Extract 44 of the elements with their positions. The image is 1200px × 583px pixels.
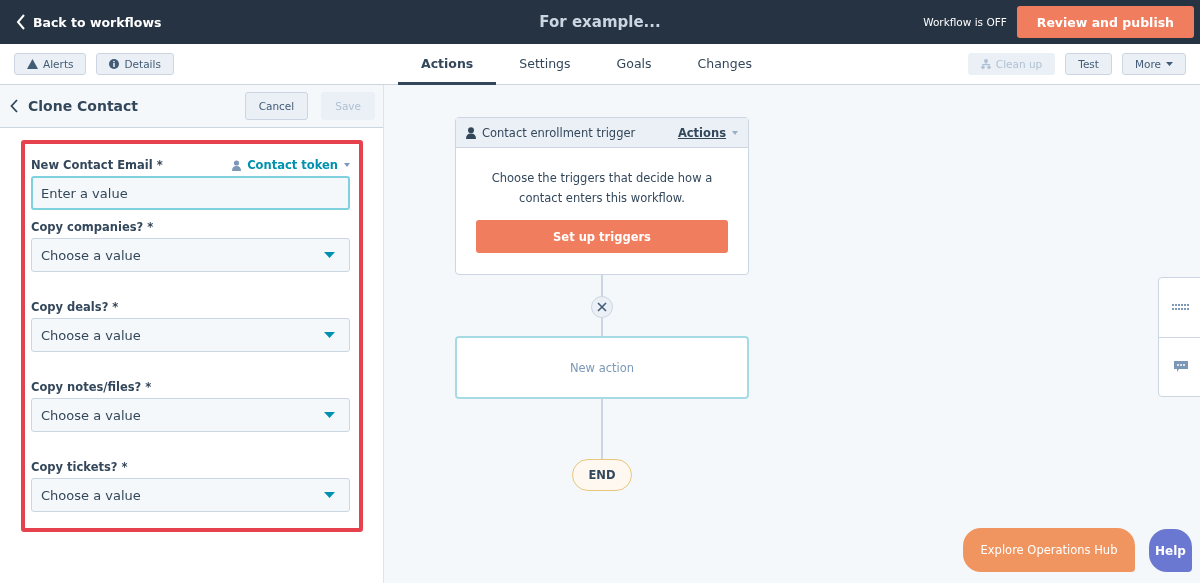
tab[interactable]: Changes — [674, 44, 775, 85]
chevron-left-icon[interactable] — [10, 99, 18, 113]
panel-title: Clone Contact — [28, 98, 140, 114]
warning-icon — [27, 59, 38, 69]
hierarchy-icon — [980, 59, 991, 69]
caret-icon — [344, 163, 350, 167]
trigger-card[interactable]: Contact enrollment trigger Actions Choose the triggers that decide how a contact enters this workflow. Set up triggers — [455, 117, 749, 275]
info-icon — [109, 59, 120, 69]
email-input-field[interactable]: Enter a value — [31, 176, 350, 210]
caret-icon — [324, 332, 335, 338]
workflow-title[interactable]: For example... — [500, 13, 700, 31]
back-link[interactable]: Back to workflows — [16, 14, 162, 30]
more-menu-button[interactable]: More — [1121, 53, 1186, 75]
trigger-title: Contact enrollment trigger — [482, 125, 637, 140]
contact-token-button[interactable]: Contact token — [232, 158, 350, 172]
field-label: Copy companies? * — [31, 220, 154, 234]
field-label: New Contact Email * — [31, 158, 163, 172]
tab[interactable]: Settings — [496, 44, 594, 85]
close-icon[interactable] — [591, 296, 613, 318]
actions-menu-link[interactable]: Actions — [677, 125, 726, 140]
tab[interactable]: Goals — [593, 44, 675, 85]
dropdown-field[interactable]: Choose a value — [31, 478, 350, 512]
dropdown-field[interactable]: Choose a value — [31, 238, 350, 272]
chevron-left-icon — [16, 14, 26, 30]
field-label: Copy tickets? * — [31, 460, 128, 474]
workflow-status: Workflow is OFF — [923, 16, 1007, 28]
caret-icon — [324, 492, 335, 498]
details-button[interactable]: Details — [96, 53, 174, 75]
person-icon — [466, 126, 476, 139]
caret-icon — [324, 412, 335, 418]
caret-icon — [1166, 62, 1173, 66]
test-button[interactable]: Test — [1065, 53, 1112, 75]
trigger-description: Choose the triggers that decide how a contact enters this workflow. — [490, 170, 714, 207]
caret-icon — [732, 130, 738, 135]
dropdown-field[interactable]: Choose a value — [31, 398, 350, 432]
end-node: END — [572, 459, 632, 491]
alerts-button[interactable]: Alerts — [14, 53, 87, 75]
field-label: Copy notes/files? * — [31, 380, 152, 394]
cancel-button[interactable]: Cancel — [244, 92, 309, 120]
help-button[interactable]: Help — [1149, 529, 1192, 572]
dropdown-field[interactable]: Choose a value — [31, 318, 350, 352]
field-label: Copy deals? * — [31, 300, 119, 314]
person-icon — [232, 159, 242, 171]
caret-icon — [324, 252, 335, 258]
